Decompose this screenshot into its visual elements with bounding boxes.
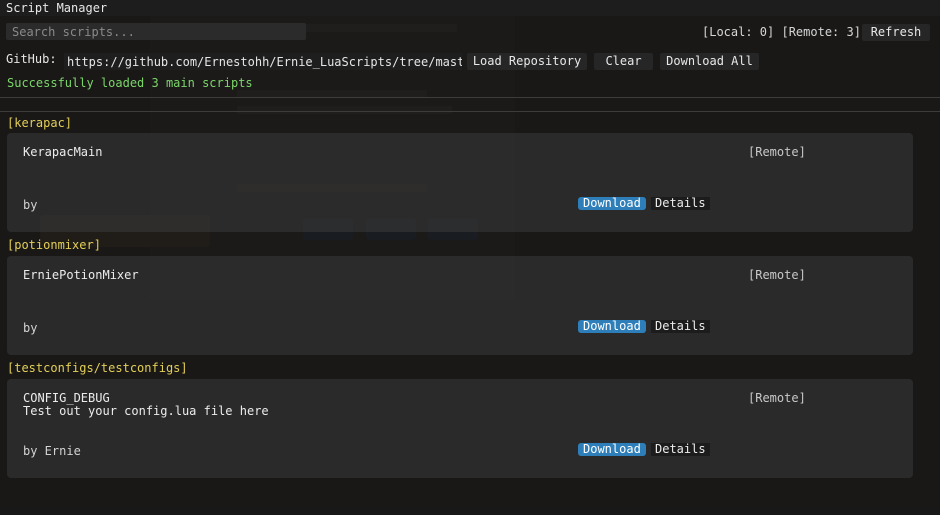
search-box[interactable] bbox=[6, 23, 306, 40]
clear-button[interactable]: Clear bbox=[594, 53, 653, 70]
download-button[interactable]: Download bbox=[578, 320, 646, 333]
github-url-input[interactable] bbox=[64, 53, 462, 70]
script-author: by bbox=[23, 198, 38, 212]
download-button[interactable]: Download bbox=[578, 443, 646, 456]
script-source-tag: [Remote] bbox=[748, 391, 806, 405]
script-author: by bbox=[23, 321, 38, 335]
script-description: Test out your config.lua file here bbox=[23, 404, 269, 418]
script-card: CONFIG_DEBUG Test out your config.lua fi… bbox=[7, 379, 913, 478]
script-name: KerapacMain bbox=[23, 145, 103, 159]
script-source-tag: [Remote] bbox=[748, 268, 806, 282]
section-header: [potionmixer] bbox=[7, 238, 101, 252]
remote-count: [Remote: 3] bbox=[781, 25, 861, 39]
title-bar[interactable]: Script Manager bbox=[0, 0, 940, 16]
details-button[interactable]: Details bbox=[651, 197, 710, 210]
load-repository-button[interactable]: Load Repository bbox=[467, 53, 587, 70]
divider bbox=[0, 97, 940, 98]
refresh-button[interactable]: Refresh bbox=[862, 24, 930, 41]
script-source-tag: [Remote] bbox=[748, 145, 806, 159]
divider bbox=[0, 111, 940, 112]
script-name: ErniePotionMixer bbox=[23, 268, 139, 282]
download-all-button[interactable]: Download All bbox=[660, 53, 759, 70]
script-name: CONFIG_DEBUG bbox=[23, 391, 110, 405]
section-header: [kerapac] bbox=[7, 116, 73, 130]
download-button[interactable]: Download bbox=[578, 197, 646, 210]
details-button[interactable]: Details bbox=[651, 443, 710, 456]
status-message: Successfully loaded 3 main scripts bbox=[7, 76, 253, 90]
script-author: by Ernie bbox=[23, 444, 81, 458]
github-label: GitHub: bbox=[6, 52, 57, 66]
script-manager-window: Script Manager [Local: 0] [Remote: 3] Re… bbox=[0, 0, 940, 515]
script-card: ErniePotionMixer [Remote] by Download De… bbox=[7, 256, 913, 355]
script-card: KerapacMain [Remote] by Download Details bbox=[7, 133, 913, 232]
section-header: [testconfigs/testconfigs] bbox=[7, 361, 188, 375]
window-title: Script Manager bbox=[6, 1, 108, 15]
details-button[interactable]: Details bbox=[651, 320, 710, 333]
github-url-field[interactable] bbox=[64, 53, 462, 70]
script-counts: [Local: 0] [Remote: 3] bbox=[702, 25, 861, 39]
local-count: [Local: 0] bbox=[702, 25, 775, 39]
search-input[interactable] bbox=[6, 23, 306, 40]
